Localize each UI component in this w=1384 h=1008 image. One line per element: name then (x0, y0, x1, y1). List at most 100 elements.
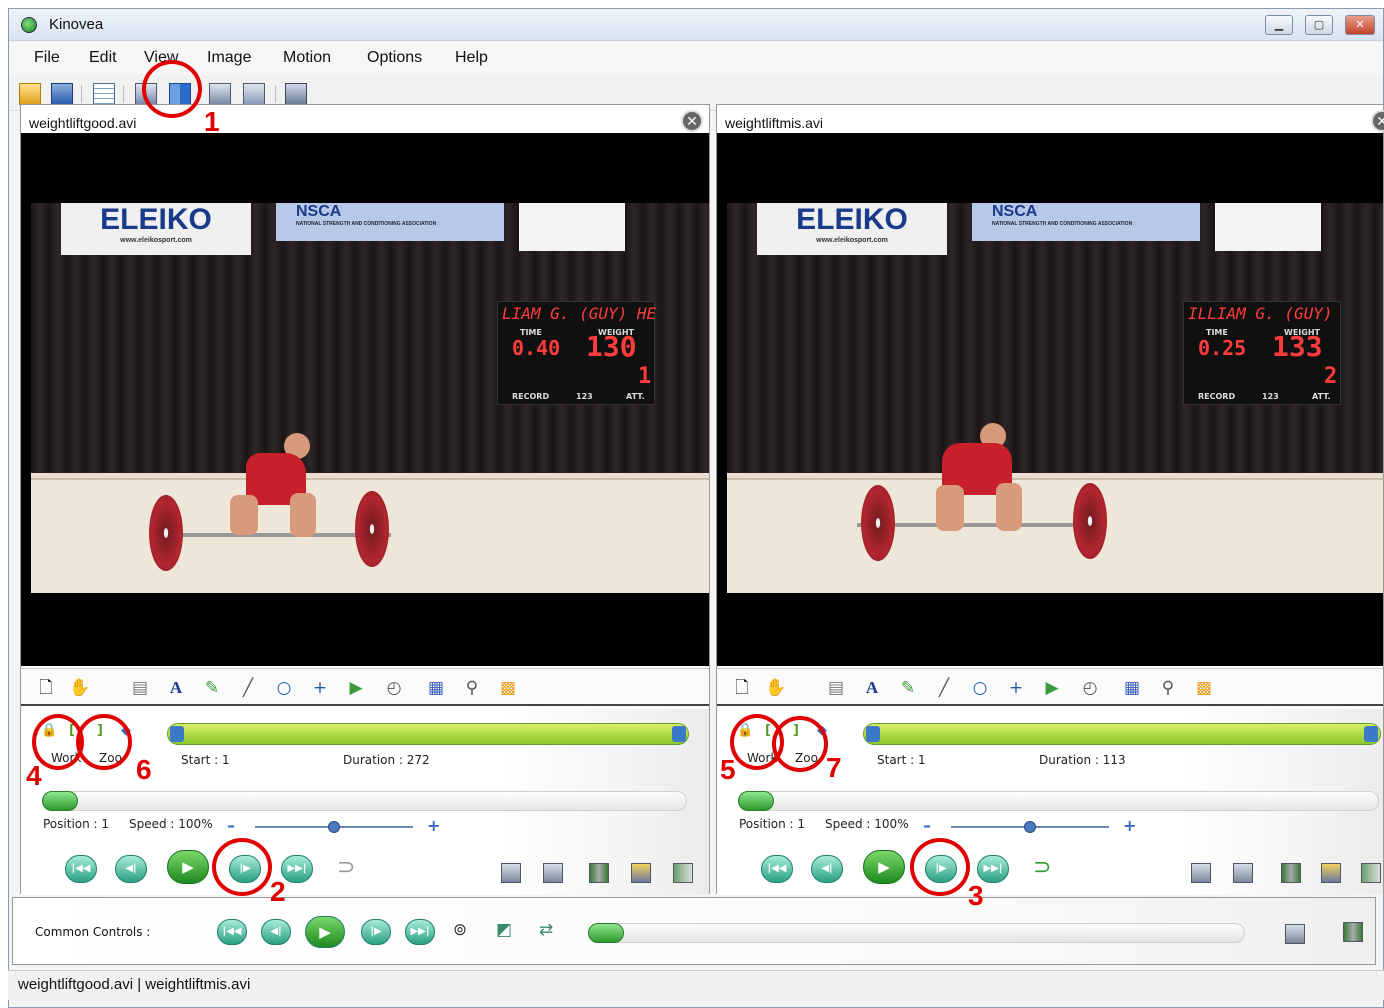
loop-icon[interactable]: ⊃ (1033, 855, 1051, 880)
export-spreadsheet-icon[interactable] (1361, 863, 1381, 883)
thumbnails-icon[interactable] (93, 83, 115, 105)
comment-icon[interactable]: ▤ (825, 677, 847, 699)
open-folder-icon[interactable] (19, 83, 41, 105)
swap-icon[interactable]: ⇄ (535, 919, 557, 941)
common-save-video-icon[interactable] (1343, 922, 1363, 942)
previous-frame-button[interactable]: ◀| (115, 855, 147, 883)
left-position-track[interactable] (42, 791, 687, 811)
snapshot-icon[interactable] (1191, 863, 1211, 883)
multi-snapshot-icon[interactable] (1233, 863, 1253, 883)
selection-start-handle[interactable] (866, 726, 880, 742)
right-selection-track[interactable] (863, 723, 1381, 745)
chrono-icon[interactable]: ◴ (1079, 677, 1101, 699)
loop-icon[interactable]: ⊃ (337, 855, 355, 880)
last-frame-button[interactable]: ▶▶| (281, 855, 313, 883)
speed-increase-button[interactable]: + (427, 816, 440, 835)
cross-marker-icon[interactable]: + (1005, 677, 1027, 699)
left-speed-knob[interactable] (328, 821, 340, 833)
menu-file[interactable]: File (34, 49, 60, 67)
speed-decrease-button[interactable]: – (227, 816, 235, 835)
dual-capture-icon[interactable] (243, 83, 265, 105)
cross-marker-icon[interactable]: + (309, 677, 331, 699)
common-position-track[interactable] (588, 923, 1245, 943)
multi-capture-icon[interactable] (285, 83, 307, 105)
play-button[interactable]: ▶ (863, 850, 905, 884)
perspective-grid-icon[interactable]: ▦ (425, 677, 447, 699)
menu-edit[interactable]: Edit (89, 49, 117, 67)
common-previous-frame-button[interactable]: ◀| (261, 919, 291, 945)
last-frame-button[interactable]: ▶▶| (977, 855, 1009, 883)
capture-screen-icon[interactable] (209, 83, 231, 105)
right-video-frame[interactable]: ELEIKO www.eleikosport.com NSCA NATIONAL S… (717, 133, 1383, 666)
chrono-icon[interactable]: ◴ (383, 677, 405, 699)
pencil-icon[interactable]: ✎ (201, 677, 223, 699)
export-video-icon[interactable] (631, 863, 651, 883)
line-tool-icon[interactable]: ╱ (933, 677, 955, 699)
first-frame-button[interactable]: |◀◀ (65, 855, 97, 883)
previous-frame-button[interactable]: ◀| (811, 855, 843, 883)
right-position-track[interactable] (738, 791, 1379, 811)
selection-end-handle[interactable] (1364, 726, 1378, 742)
merge-icon[interactable]: ◩ (493, 919, 515, 941)
left-selection-track[interactable] (167, 723, 689, 745)
close-window-button[interactable]: ✕ (1345, 15, 1375, 35)
common-first-frame-button[interactable]: |◀◀ (217, 919, 247, 945)
hand-tool-icon[interactable]: ✋ (69, 677, 91, 699)
circle-tool-icon[interactable]: ○ (273, 677, 295, 699)
sync-icon[interactable]: ⊚ (449, 919, 471, 941)
menu-help[interactable]: Help (455, 49, 488, 67)
magnifier-icon[interactable]: ⚲ (461, 677, 483, 699)
line-tool-icon[interactable]: ╱ (237, 677, 259, 699)
save-video-icon[interactable] (1281, 863, 1301, 883)
save-icon[interactable] (51, 83, 73, 105)
angle-tool-icon[interactable]: ▶ (1041, 677, 1063, 699)
menu-options[interactable]: Options (367, 49, 422, 67)
selection-start-handle[interactable] (170, 726, 184, 742)
save-video-icon[interactable] (589, 863, 609, 883)
circle-tool-icon[interactable]: ○ (969, 677, 991, 699)
speed-increase-button[interactable]: + (1123, 816, 1136, 835)
add-keyframe-icon[interactable]: 🗋 (731, 677, 753, 699)
annotation-number-5: 5 (720, 754, 736, 785)
left-speed-slider[interactable] (255, 821, 413, 833)
color-profile-icon[interactable]: ▩ (1193, 677, 1215, 699)
minimize-button[interactable]: ▁ (1265, 15, 1293, 35)
pencil-icon[interactable]: ✎ (897, 677, 919, 699)
comment-icon[interactable]: ▤ (129, 677, 151, 699)
menu-motion[interactable]: Motion (283, 49, 331, 67)
common-next-frame-button[interactable]: |▶ (361, 919, 391, 945)
right-speed-knob[interactable] (1024, 821, 1036, 833)
add-keyframe-icon[interactable]: 🗋 (35, 677, 57, 699)
maximize-button[interactable]: ▢ (1305, 15, 1333, 35)
speed-decrease-button[interactable]: – (923, 816, 931, 835)
common-last-frame-button[interactable]: ▶▶| (405, 919, 435, 945)
color-profile-icon[interactable]: ▩ (497, 677, 519, 699)
close-left-pane-icon[interactable]: ✕ (681, 110, 703, 132)
selection-end-handle[interactable] (672, 726, 686, 742)
magnifier-icon[interactable]: ⚲ (1157, 677, 1179, 699)
right-duration: Duration : 113 (1039, 753, 1126, 767)
text-tool-icon[interactable]: A (165, 677, 187, 699)
menu-image[interactable]: Image (207, 49, 251, 67)
common-position-knob[interactable] (588, 923, 624, 943)
text-tool-icon[interactable]: A (861, 677, 883, 699)
annotation-number-2: 2 (270, 876, 286, 907)
annotation-circle-7 (772, 716, 828, 772)
common-play-button[interactable]: ▶ (305, 916, 345, 948)
snapshot-icon[interactable] (501, 863, 521, 883)
left-video-scene: ELEIKO www.eleikosport.com NSCA NATIONAL S… (31, 203, 709, 593)
angle-tool-icon[interactable]: ▶ (345, 677, 367, 699)
close-right-pane-icon[interactable]: ✕ (1371, 110, 1384, 132)
play-button[interactable]: ▶ (167, 850, 209, 884)
export-spreadsheet-icon[interactable] (673, 863, 693, 883)
left-position-knob[interactable] (42, 791, 78, 811)
common-snapshot-icon[interactable] (1285, 924, 1305, 944)
export-video-icon[interactable] (1321, 863, 1341, 883)
right-position-knob[interactable] (738, 791, 774, 811)
hand-tool-icon[interactable]: ✋ (765, 677, 787, 699)
left-video-frame[interactable]: ELEIKO www.eleikosport.com NSCA NATIONAL S… (21, 133, 709, 666)
multi-snapshot-icon[interactable] (543, 863, 563, 883)
perspective-grid-icon[interactable]: ▦ (1121, 677, 1143, 699)
first-frame-button[interactable]: |◀◀ (761, 855, 793, 883)
right-speed-slider[interactable] (951, 821, 1109, 833)
